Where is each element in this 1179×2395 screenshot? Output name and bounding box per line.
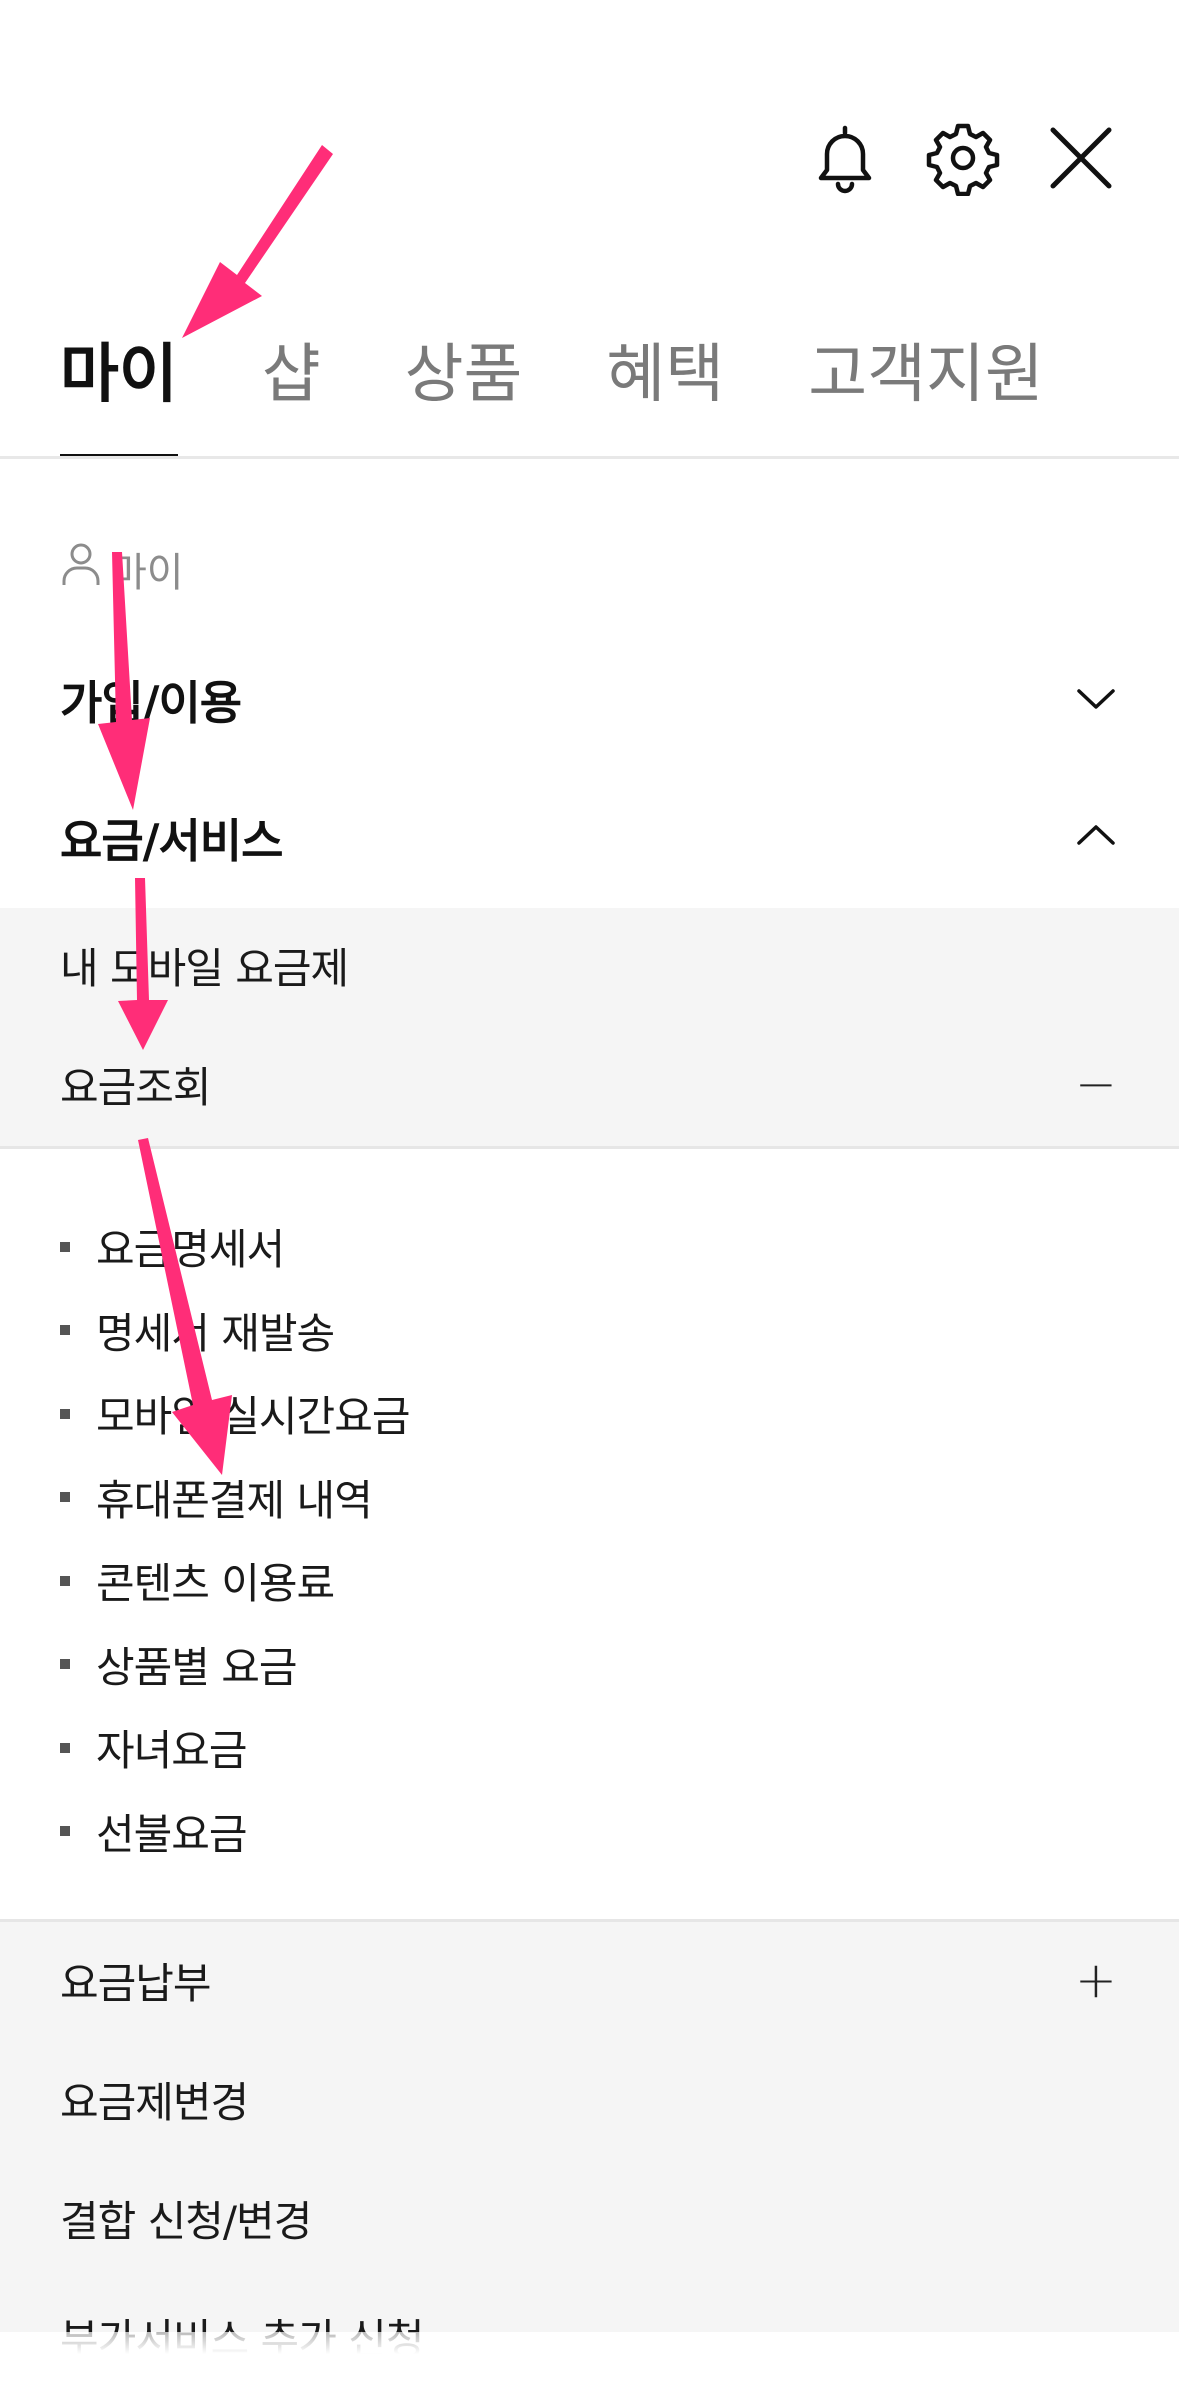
submenu-label: 요금조회 [60,1062,212,1112]
submenu-label: 결합 신청/변경 [60,2196,312,2246]
list-item-label: 자녀요금 [96,1726,248,1776]
list-item[interactable]: 콘텐츠 이용료 [60,1539,1119,1623]
breadcrumb-label: 마이 [110,550,184,596]
list-item[interactable]: 상품별 요금 [60,1623,1119,1707]
list-item[interactable]: 명세서 재발송 [60,1289,1119,1373]
submenu-divider [0,1146,1179,1149]
tab-support[interactable]: 고객지원 [808,330,1044,420]
bullet [60,1659,70,1670]
section-label: 요금/서비스 [60,814,283,868]
collapse-minus-icon: − [1075,1055,1117,1113]
bullet [60,1241,70,1252]
list-item-label: 요금명세서 [96,1225,285,1275]
bottom-fade [0,2332,1179,2395]
submenu-change-plan[interactable]: 요금제변경 [60,2059,1119,2139]
tab-shop[interactable]: 샵 [262,330,321,420]
list-item-label: 명세서 재발송 [96,1308,335,1358]
submenu-bill-inquiry[interactable]: 요금조회 − [60,1044,1119,1124]
section-billing-services[interactable]: 요금/서비스 [60,798,1119,878]
submenu-bundle[interactable]: 결합 신청/변경 [60,2178,1119,2258]
list-item-label: 선불요금 [96,1809,248,1859]
list-item[interactable]: 모바일 실시간요금 [60,1372,1119,1456]
breadcrumb: 마이 [60,540,184,598]
bell-icon[interactable] [807,120,883,196]
submenu-my-mobile-plan[interactable]: 내 모바일 요금제 [60,925,1119,1005]
list-item[interactable]: 휴대폰결제 내역 [60,1456,1119,1540]
bullet [60,1325,70,1336]
submenu-label: 요금제변경 [60,2077,249,2127]
bullet [60,1826,70,1837]
inquiry-item-list: 요금명세서 명세서 재발송 모바일 실시간요금 휴대폰결제 내역 콘텐츠 이용료… [60,1205,1119,1873]
chevron-up-icon [1073,821,1119,855]
main-tabs: 마이 샵 상품 혜택 고객지원 [60,330,1119,460]
bullet [60,1575,70,1586]
header-actions [807,120,1119,196]
list-item-label: 모바일 실시간요금 [96,1392,410,1442]
list-item[interactable]: 요금명세서 [60,1205,1119,1289]
list-item-label: 콘텐츠 이용료 [96,1559,335,1609]
section-signup-usage[interactable]: 가입/이용 [60,660,1119,740]
bullet [60,1492,70,1503]
submenu-label: 내 모바일 요금제 [60,943,349,993]
list-item-label: 상품별 요금 [96,1642,298,1692]
tab-benefits[interactable]: 혜택 [606,330,724,420]
submenu-bill-payment[interactable]: 요금납부 + [60,1940,1119,2020]
list-item[interactable]: 선불요금 [60,1790,1119,1874]
person-icon [60,541,102,597]
chevron-down-icon [1073,683,1119,717]
bullet [60,1742,70,1753]
annotation-arrow [182,145,333,338]
expand-plus-icon: + [1075,1951,1117,2009]
submenu-label: 요금납부 [60,1958,212,2008]
close-icon[interactable] [1043,120,1119,196]
tab-my[interactable]: 마이 [60,330,178,458]
tab-products[interactable]: 상품 [405,330,523,420]
gear-icon[interactable] [925,120,1001,196]
list-item-label: 휴대폰결제 내역 [96,1475,373,1525]
section-label: 가입/이용 [60,676,242,730]
bullet [60,1408,70,1419]
list-item[interactable]: 자녀요금 [60,1706,1119,1790]
tabs-divider [0,456,1179,459]
